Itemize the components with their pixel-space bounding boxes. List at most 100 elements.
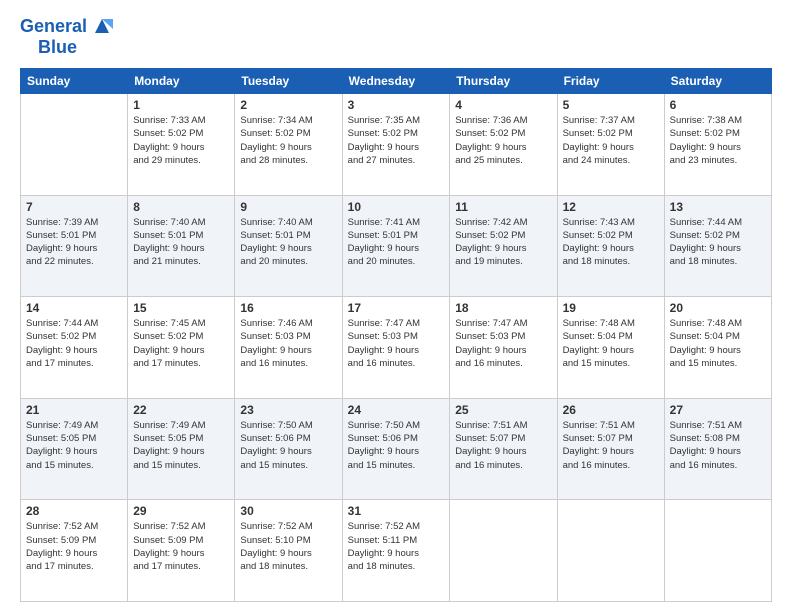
calendar-table: SundayMondayTuesdayWednesdayThursdayFrid…	[20, 68, 772, 602]
day-number: 1	[133, 98, 229, 112]
weekday-header-tuesday: Tuesday	[235, 69, 342, 94]
logo: General Blue	[20, 16, 113, 58]
calendar-cell: 12 Sunrise: 7:43 AMSunset: 5:02 PMDayligh…	[557, 195, 664, 297]
header: General Blue	[20, 16, 772, 58]
weekday-header-monday: Monday	[128, 69, 235, 94]
day-info: Sunrise: 7:43 AMSunset: 5:02 PMDaylight:…	[563, 216, 659, 269]
calendar-cell: 4 Sunrise: 7:36 AMSunset: 5:02 PMDaylight…	[450, 94, 557, 196]
day-number: 12	[563, 200, 659, 214]
day-number: 8	[133, 200, 229, 214]
calendar-cell: 16 Sunrise: 7:46 AMSunset: 5:03 PMDayligh…	[235, 297, 342, 399]
day-info: Sunrise: 7:50 AMSunset: 5:06 PMDaylight:…	[240, 419, 336, 472]
week-row-1: 1Sunrise: 7:33 AMSunset: 5:02 PMDaylight…	[21, 94, 772, 196]
day-info: Sunrise: 7:38 AMSunset: 5:02 PMDaylight:…	[670, 114, 766, 167]
day-info: Sunrise: 7:36 AMSunset: 5:02 PMDaylight:…	[455, 114, 551, 167]
week-row-3: 14 Sunrise: 7:44 AMSunset: 5:02 PMDayligh…	[21, 297, 772, 399]
day-number: 23	[240, 403, 336, 417]
week-row-2: 7 Sunrise: 7:39 AMSunset: 5:01 PMDaylight…	[21, 195, 772, 297]
page: General Blue SundayMondayTuesdayWednesda…	[0, 0, 792, 612]
calendar-cell: 14 Sunrise: 7:44 AMSunset: 5:02 PMDayligh…	[21, 297, 128, 399]
calendar-cell: 19Sunrise: 7:48 AMSunset: 5:04 PMDayligh…	[557, 297, 664, 399]
day-number: 29	[133, 504, 229, 518]
calendar-cell: 25Sunrise: 7:51 AMSunset: 5:07 PMDayligh…	[450, 398, 557, 500]
day-number: 3	[348, 98, 445, 112]
week-row-5: 28 Sunrise: 7:52 AMSunset: 5:09 PMDayligh…	[21, 500, 772, 602]
day-info: Sunrise: 7:40 AMSunset: 5:01 PMDaylight:…	[133, 216, 229, 269]
calendar-cell: 1Sunrise: 7:33 AMSunset: 5:02 PMDaylight…	[128, 94, 235, 196]
day-number: 11	[455, 200, 551, 214]
day-info: Sunrise: 7:47 AMSunset: 5:03 PMDaylight:…	[348, 317, 445, 370]
day-info: Sunrise: 7:52 AMSunset: 5:09 PMDaylight:…	[133, 520, 229, 573]
day-info: Sunrise: 7:52 AMSunset: 5:09 PMDaylight:…	[26, 520, 122, 573]
day-info: Sunrise: 7:48 AMSunset: 5:04 PMDaylight:…	[670, 317, 766, 370]
day-number: 18	[455, 301, 551, 315]
day-number: 26	[563, 403, 659, 417]
calendar-cell: 28 Sunrise: 7:52 AMSunset: 5:09 PMDayligh…	[21, 500, 128, 602]
day-number: 15	[133, 301, 229, 315]
calendar-cell: 31 Sunrise: 7:52 AMSunset: 5:11 PMDayligh…	[342, 500, 450, 602]
calendar-cell: 3Sunrise: 7:35 AMSunset: 5:02 PMDaylight…	[342, 94, 450, 196]
day-info: Sunrise: 7:51 AMSunset: 5:08 PMDaylight:…	[670, 419, 766, 472]
calendar-cell: 15Sunrise: 7:45 AMSunset: 5:02 PMDayligh…	[128, 297, 235, 399]
calendar-cell: 10 Sunrise: 7:41 AMSunset: 5:01 PMDayligh…	[342, 195, 450, 297]
calendar-cell: 30Sunrise: 7:52 AMSunset: 5:10 PMDayligh…	[235, 500, 342, 602]
day-number: 24	[348, 403, 445, 417]
calendar-cell: 21Sunrise: 7:49 AMSunset: 5:05 PMDayligh…	[21, 398, 128, 500]
day-info: Sunrise: 7:51 AMSunset: 5:07 PMDaylight:…	[455, 419, 551, 472]
day-number: 9	[240, 200, 336, 214]
calendar-cell: 9 Sunrise: 7:40 AMSunset: 5:01 PMDaylight…	[235, 195, 342, 297]
day-number: 4	[455, 98, 551, 112]
day-info: Sunrise: 7:39 AMSunset: 5:01 PMDaylight:…	[26, 216, 122, 269]
day-info: Sunrise: 7:52 AMSunset: 5:11 PMDaylight:…	[348, 520, 445, 573]
day-number: 10	[348, 200, 445, 214]
calendar-cell: 17 Sunrise: 7:47 AMSunset: 5:03 PMDayligh…	[342, 297, 450, 399]
day-info: Sunrise: 7:44 AMSunset: 5:02 PMDaylight:…	[670, 216, 766, 269]
calendar-cell: 8 Sunrise: 7:40 AMSunset: 5:01 PMDaylight…	[128, 195, 235, 297]
logo-icon	[91, 15, 113, 37]
calendar-cell: 18 Sunrise: 7:47 AMSunset: 5:03 PMDayligh…	[450, 297, 557, 399]
calendar-cell	[664, 500, 771, 602]
day-number: 27	[670, 403, 766, 417]
day-number: 7	[26, 200, 122, 214]
calendar-cell: 2Sunrise: 7:34 AMSunset: 5:02 PMDaylight…	[235, 94, 342, 196]
calendar-cell: 22 Sunrise: 7:49 AMSunset: 5:05 PMDayligh…	[128, 398, 235, 500]
day-info: Sunrise: 7:51 AMSunset: 5:07 PMDaylight:…	[563, 419, 659, 472]
day-number: 6	[670, 98, 766, 112]
calendar-cell: 6 Sunrise: 7:38 AMSunset: 5:02 PMDaylight…	[664, 94, 771, 196]
day-number: 19	[563, 301, 659, 315]
calendar-cell: 26 Sunrise: 7:51 AMSunset: 5:07 PMDayligh…	[557, 398, 664, 500]
week-row-4: 21Sunrise: 7:49 AMSunset: 5:05 PMDayligh…	[21, 398, 772, 500]
day-info: Sunrise: 7:44 AMSunset: 5:02 PMDaylight:…	[26, 317, 122, 370]
calendar-cell	[557, 500, 664, 602]
weekday-header-wednesday: Wednesday	[342, 69, 450, 94]
weekday-header-row: SundayMondayTuesdayWednesdayThursdayFrid…	[21, 69, 772, 94]
logo-blue-text: Blue	[38, 37, 77, 57]
day-number: 28	[26, 504, 122, 518]
day-number: 22	[133, 403, 229, 417]
day-number: 2	[240, 98, 336, 112]
day-info: Sunrise: 7:46 AMSunset: 5:03 PMDaylight:…	[240, 317, 336, 370]
calendar-cell	[450, 500, 557, 602]
weekday-header-saturday: Saturday	[664, 69, 771, 94]
day-info: Sunrise: 7:41 AMSunset: 5:01 PMDaylight:…	[348, 216, 445, 269]
calendar-cell: 24 Sunrise: 7:50 AMSunset: 5:06 PMDayligh…	[342, 398, 450, 500]
calendar-cell: 5Sunrise: 7:37 AMSunset: 5:02 PMDaylight…	[557, 94, 664, 196]
day-info: Sunrise: 7:50 AMSunset: 5:06 PMDaylight:…	[348, 419, 445, 472]
day-number: 14	[26, 301, 122, 315]
day-number: 17	[348, 301, 445, 315]
weekday-header-sunday: Sunday	[21, 69, 128, 94]
day-info: Sunrise: 7:49 AMSunset: 5:05 PMDaylight:…	[133, 419, 229, 472]
day-info: Sunrise: 7:49 AMSunset: 5:05 PMDaylight:…	[26, 419, 122, 472]
calendar-cell: 11 Sunrise: 7:42 AMSunset: 5:02 PMDayligh…	[450, 195, 557, 297]
day-info: Sunrise: 7:47 AMSunset: 5:03 PMDaylight:…	[455, 317, 551, 370]
day-info: Sunrise: 7:40 AMSunset: 5:01 PMDaylight:…	[240, 216, 336, 269]
day-number: 30	[240, 504, 336, 518]
day-info: Sunrise: 7:37 AMSunset: 5:02 PMDaylight:…	[563, 114, 659, 167]
calendar-cell	[21, 94, 128, 196]
calendar-cell: 29 Sunrise: 7:52 AMSunset: 5:09 PMDayligh…	[128, 500, 235, 602]
day-number: 16	[240, 301, 336, 315]
day-info: Sunrise: 7:42 AMSunset: 5:02 PMDaylight:…	[455, 216, 551, 269]
day-number: 31	[348, 504, 445, 518]
day-number: 20	[670, 301, 766, 315]
calendar-cell: 20 Sunrise: 7:48 AMSunset: 5:04 PMDayligh…	[664, 297, 771, 399]
